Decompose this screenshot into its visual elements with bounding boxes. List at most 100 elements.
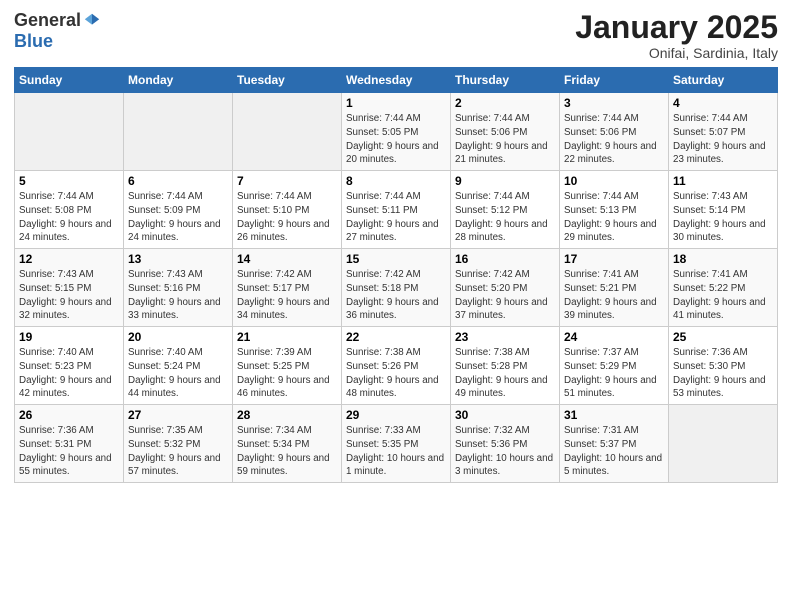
day-number: 23 <box>455 330 555 344</box>
day-info: Sunrise: 7:44 AMSunset: 5:12 PMDaylight:… <box>455 190 555 245</box>
day-info: Sunrise: 7:38 AMSunset: 5:26 PMDaylight:… <box>346 346 446 401</box>
day-number: 28 <box>237 408 337 422</box>
day-info: Sunrise: 7:35 AMSunset: 5:32 PMDaylight:… <box>128 424 228 479</box>
calendar-week-row: 26Sunrise: 7:36 AMSunset: 5:31 PMDayligh… <box>15 405 778 483</box>
calendar-day-cell: 15 Sunrise: 7:42 AMSunset: 5:18 PMDayligh… <box>342 249 451 327</box>
calendar-day-cell <box>124 93 233 171</box>
day-info: Sunrise: 7:42 AMSunset: 5:17 PMDaylight:… <box>237 268 337 323</box>
day-info: Sunrise: 7:41 AMSunset: 5:22 PMDaylight:… <box>673 268 773 323</box>
day-info: Sunrise: 7:40 AMSunset: 5:24 PMDaylight:… <box>128 346 228 401</box>
day-number: 18 <box>673 252 773 266</box>
calendar-day-cell: 24Sunrise: 7:37 AMSunset: 5:29 PMDayligh… <box>560 327 669 405</box>
day-info: Sunrise: 7:41 AMSunset: 5:21 PMDaylight:… <box>564 268 664 323</box>
day-info: Sunrise: 7:39 AMSunset: 5:25 PMDaylight:… <box>237 346 337 401</box>
calendar-day-cell: 16 Sunrise: 7:42 AMSunset: 5:20 PMDayligh… <box>451 249 560 327</box>
calendar-day-cell: 26Sunrise: 7:36 AMSunset: 5:31 PMDayligh… <box>15 405 124 483</box>
day-info: Sunrise: 7:43 AMSunset: 5:16 PMDaylight:… <box>128 268 228 323</box>
day-info: Sunrise: 7:33 AMSunset: 5:35 PMDaylight:… <box>346 424 446 479</box>
calendar-header-row: Sunday Monday Tuesday Wednesday Thursday… <box>15 68 778 93</box>
day-number: 5 <box>19 174 119 188</box>
calendar-day-cell: 7 Sunrise: 7:44 AMSunset: 5:10 PMDaylight… <box>233 171 342 249</box>
calendar-week-row: 19 Sunrise: 7:40 AMSunset: 5:23 PMDayligh… <box>15 327 778 405</box>
day-info: Sunrise: 7:44 AMSunset: 5:07 PMDaylight:… <box>673 112 773 167</box>
calendar-day-cell: 2Sunrise: 7:44 AMSunset: 5:06 PMDaylight… <box>451 93 560 171</box>
day-number: 31 <box>564 408 664 422</box>
day-number: 29 <box>346 408 446 422</box>
day-info: Sunrise: 7:44 AMSunset: 5:06 PMDaylight:… <box>455 112 555 167</box>
calendar-day-cell <box>233 93 342 171</box>
page-header: General Blue January 2025 Onifai, Sardin… <box>14 10 778 61</box>
header-friday: Friday <box>560 68 669 93</box>
day-number: 20 <box>128 330 228 344</box>
calendar-day-cell: 6Sunrise: 7:44 AMSunset: 5:09 PMDaylight… <box>124 171 233 249</box>
day-info: Sunrise: 7:44 AMSunset: 5:08 PMDaylight:… <box>19 190 119 245</box>
day-number: 1 <box>346 96 446 110</box>
day-info: Sunrise: 7:32 AMSunset: 5:36 PMDaylight:… <box>455 424 555 479</box>
calendar-week-row: 1Sunrise: 7:44 AMSunset: 5:05 PMDaylight… <box>15 93 778 171</box>
calendar-week-row: 12 Sunrise: 7:43 AMSunset: 5:15 PMDayligh… <box>15 249 778 327</box>
header-sunday: Sunday <box>15 68 124 93</box>
logo-general-text: General <box>14 10 81 31</box>
day-info: Sunrise: 7:44 AMSunset: 5:13 PMDaylight:… <box>564 190 664 245</box>
month-title: January 2025 <box>575 10 778 45</box>
day-number: 25 <box>673 330 773 344</box>
calendar-day-cell: 14Sunrise: 7:42 AMSunset: 5:17 PMDayligh… <box>233 249 342 327</box>
logo-blue-text: Blue <box>14 31 53 52</box>
day-number: 19 <box>19 330 119 344</box>
calendar-day-cell: 11Sunrise: 7:43 AMSunset: 5:14 PMDayligh… <box>669 171 778 249</box>
day-number: 3 <box>564 96 664 110</box>
day-info: Sunrise: 7:44 AMSunset: 5:06 PMDaylight:… <box>564 112 664 167</box>
calendar-day-cell: 5 Sunrise: 7:44 AMSunset: 5:08 PMDaylight… <box>15 171 124 249</box>
day-number: 12 <box>19 252 119 266</box>
day-info: Sunrise: 7:36 AMSunset: 5:30 PMDaylight:… <box>673 346 773 401</box>
calendar-week-row: 5 Sunrise: 7:44 AMSunset: 5:08 PMDaylight… <box>15 171 778 249</box>
day-info: Sunrise: 7:42 AMSunset: 5:18 PMDaylight:… <box>346 268 446 323</box>
header-saturday: Saturday <box>669 68 778 93</box>
calendar-day-cell: 12 Sunrise: 7:43 AMSunset: 5:15 PMDayligh… <box>15 249 124 327</box>
calendar-day-cell: 19 Sunrise: 7:40 AMSunset: 5:23 PMDayligh… <box>15 327 124 405</box>
day-number: 16 <box>455 252 555 266</box>
day-number: 24 <box>564 330 664 344</box>
calendar-day-cell <box>15 93 124 171</box>
day-number: 6 <box>128 174 228 188</box>
calendar-day-cell: 28Sunrise: 7:34 AMSunset: 5:34 PMDayligh… <box>233 405 342 483</box>
day-info: Sunrise: 7:40 AMSunset: 5:23 PMDaylight:… <box>19 346 119 401</box>
calendar-day-cell: 30 Sunrise: 7:32 AMSunset: 5:36 PMDayligh… <box>451 405 560 483</box>
header-tuesday: Tuesday <box>233 68 342 93</box>
day-number: 15 <box>346 252 446 266</box>
day-info: Sunrise: 7:43 AMSunset: 5:15 PMDaylight:… <box>19 268 119 323</box>
day-number: 13 <box>128 252 228 266</box>
day-info: Sunrise: 7:38 AMSunset: 5:28 PMDaylight:… <box>455 346 555 401</box>
day-number: 10 <box>564 174 664 188</box>
title-block: January 2025 Onifai, Sardinia, Italy <box>575 10 778 61</box>
calendar-day-cell: 10 Sunrise: 7:44 AMSunset: 5:13 PMDayligh… <box>560 171 669 249</box>
calendar-day-cell: 21Sunrise: 7:39 AMSunset: 5:25 PMDayligh… <box>233 327 342 405</box>
day-number: 22 <box>346 330 446 344</box>
day-number: 9 <box>455 174 555 188</box>
day-number: 26 <box>19 408 119 422</box>
calendar-day-cell: 22 Sunrise: 7:38 AMSunset: 5:26 PMDayligh… <box>342 327 451 405</box>
day-info: Sunrise: 7:43 AMSunset: 5:14 PMDaylight:… <box>673 190 773 245</box>
calendar-page: General Blue January 2025 Onifai, Sardin… <box>0 0 792 612</box>
calendar-day-cell: 27 Sunrise: 7:35 AMSunset: 5:32 PMDayligh… <box>124 405 233 483</box>
location-text: Onifai, Sardinia, Italy <box>575 45 778 61</box>
calendar-day-cell: 20 Sunrise: 7:40 AMSunset: 5:24 PMDayligh… <box>124 327 233 405</box>
day-number: 4 <box>673 96 773 110</box>
calendar-day-cell: 31Sunrise: 7:31 AMSunset: 5:37 PMDayligh… <box>560 405 669 483</box>
logo-flag-icon <box>83 12 101 30</box>
day-number: 27 <box>128 408 228 422</box>
calendar-day-cell: 18 Sunrise: 7:41 AMSunset: 5:22 PMDayligh… <box>669 249 778 327</box>
day-info: Sunrise: 7:42 AMSunset: 5:20 PMDaylight:… <box>455 268 555 323</box>
logo: General Blue <box>14 10 101 52</box>
header-monday: Monday <box>124 68 233 93</box>
header-thursday: Thursday <box>451 68 560 93</box>
day-number: 7 <box>237 174 337 188</box>
calendar-day-cell: 1Sunrise: 7:44 AMSunset: 5:05 PMDaylight… <box>342 93 451 171</box>
day-number: 30 <box>455 408 555 422</box>
calendar-day-cell: 8Sunrise: 7:44 AMSunset: 5:11 PMDaylight… <box>342 171 451 249</box>
day-info: Sunrise: 7:44 AMSunset: 5:10 PMDaylight:… <box>237 190 337 245</box>
calendar-day-cell: 29 Sunrise: 7:33 AMSunset: 5:35 PMDayligh… <box>342 405 451 483</box>
calendar-day-cell: 17Sunrise: 7:41 AMSunset: 5:21 PMDayligh… <box>560 249 669 327</box>
header-wednesday: Wednesday <box>342 68 451 93</box>
calendar-day-cell: 9 Sunrise: 7:44 AMSunset: 5:12 PMDaylight… <box>451 171 560 249</box>
